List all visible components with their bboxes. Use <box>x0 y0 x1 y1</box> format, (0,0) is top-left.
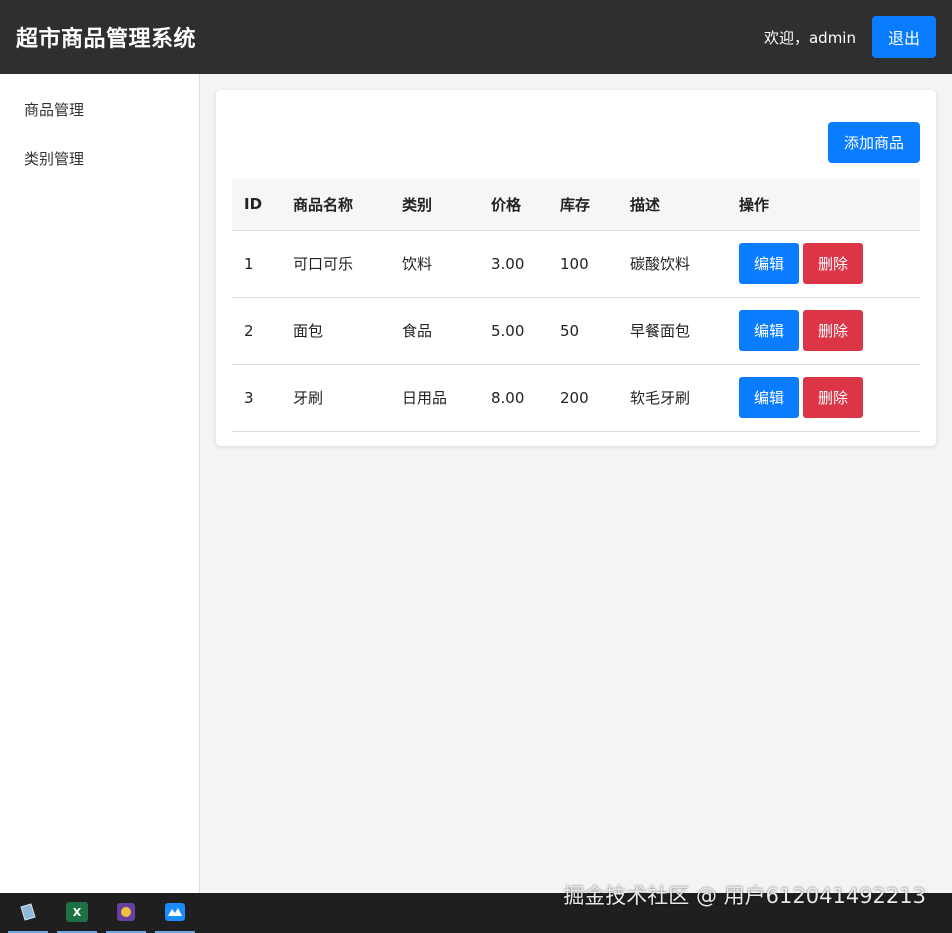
logout-button[interactable]: 退出 <box>871 16 936 58</box>
delete-button[interactable]: 删除 <box>803 310 864 351</box>
delete-button[interactable]: 删除 <box>803 243 864 284</box>
app-icon[interactable] <box>155 893 195 933</box>
cell-id: 3 <box>232 364 281 432</box>
cell-stock: 50 <box>548 297 618 365</box>
table-row: 2 面包 食品 5.00 50 早餐面包 编辑 删除 <box>232 297 920 365</box>
delete-button[interactable]: 删除 <box>803 377 864 418</box>
game-icon[interactable] <box>106 893 146 933</box>
cell-price: 3.00 <box>479 230 548 298</box>
add-product-button[interactable]: 添加商品 <box>827 122 920 163</box>
edit-button[interactable]: 编辑 <box>739 310 800 351</box>
header-right: 欢迎，admin 退出 <box>764 16 936 58</box>
main-panel: 添加商品 ID 商品名称 类别 价格 库存 描述 操作 1 可口可乐 饮料 3.… <box>216 90 936 446</box>
cell-stock: 200 <box>548 364 618 432</box>
toolbar: 添加商品 <box>232 106 920 179</box>
cell-description: 软毛牙刷 <box>618 364 727 432</box>
column-header-price: 价格 <box>479 179 548 231</box>
cell-category: 饮料 <box>390 230 479 298</box>
app-header: 超市商品管理系统 欢迎，admin 退出 <box>0 0 952 74</box>
cell-actions: 编辑 删除 <box>727 230 920 298</box>
column-header-id: ID <box>232 179 281 231</box>
watermark: 掘金技术社区 @ 用户612041492213 <box>563 884 926 908</box>
cell-actions: 编辑 删除 <box>727 364 920 432</box>
cell-id: 2 <box>232 297 281 365</box>
cell-price: 5.00 <box>479 297 548 365</box>
table-header-row: ID 商品名称 类别 价格 库存 描述 操作 <box>232 179 920 231</box>
cell-name: 面包 <box>281 297 390 365</box>
sidebar-item-categories[interactable]: 类别管理 <box>0 147 199 196</box>
edit-button[interactable]: 编辑 <box>739 377 800 418</box>
column-header-description: 描述 <box>618 179 727 231</box>
cell-actions: 编辑 删除 <box>727 297 920 365</box>
sidebar-item-products[interactable]: 商品管理 <box>0 98 199 147</box>
table-row: 3 牙刷 日用品 8.00 200 软毛牙刷 编辑 删除 <box>232 364 920 432</box>
column-header-name: 商品名称 <box>281 179 390 231</box>
column-header-category: 类别 <box>390 179 479 231</box>
table-row: 1 可口可乐 饮料 3.00 100 碳酸饮料 编辑 删除 <box>232 230 920 298</box>
cell-id: 1 <box>232 230 281 298</box>
cell-name: 牙刷 <box>281 364 390 432</box>
welcome-text: 欢迎，admin <box>763 28 856 47</box>
column-header-actions: 操作 <box>727 179 920 231</box>
cell-stock: 100 <box>548 230 618 298</box>
cell-description: 早餐面包 <box>618 297 727 365</box>
product-table: ID 商品名称 类别 价格 库存 描述 操作 1 可口可乐 饮料 3.00 10… <box>232 179 920 432</box>
cell-name: 可口可乐 <box>281 230 390 298</box>
cell-description: 碳酸饮料 <box>618 230 727 298</box>
edit-button[interactable]: 编辑 <box>739 243 800 284</box>
excel-icon[interactable]: X <box>57 893 97 933</box>
cell-price: 8.00 <box>479 364 548 432</box>
sidebar: 商品管理 类别管理 <box>0 74 200 893</box>
cell-category: 食品 <box>390 297 479 365</box>
app-title: 超市商品管理系统 <box>16 27 197 52</box>
column-header-stock: 库存 <box>548 179 618 231</box>
notepad-icon[interactable] <box>8 893 48 933</box>
cell-category: 日用品 <box>390 364 479 432</box>
